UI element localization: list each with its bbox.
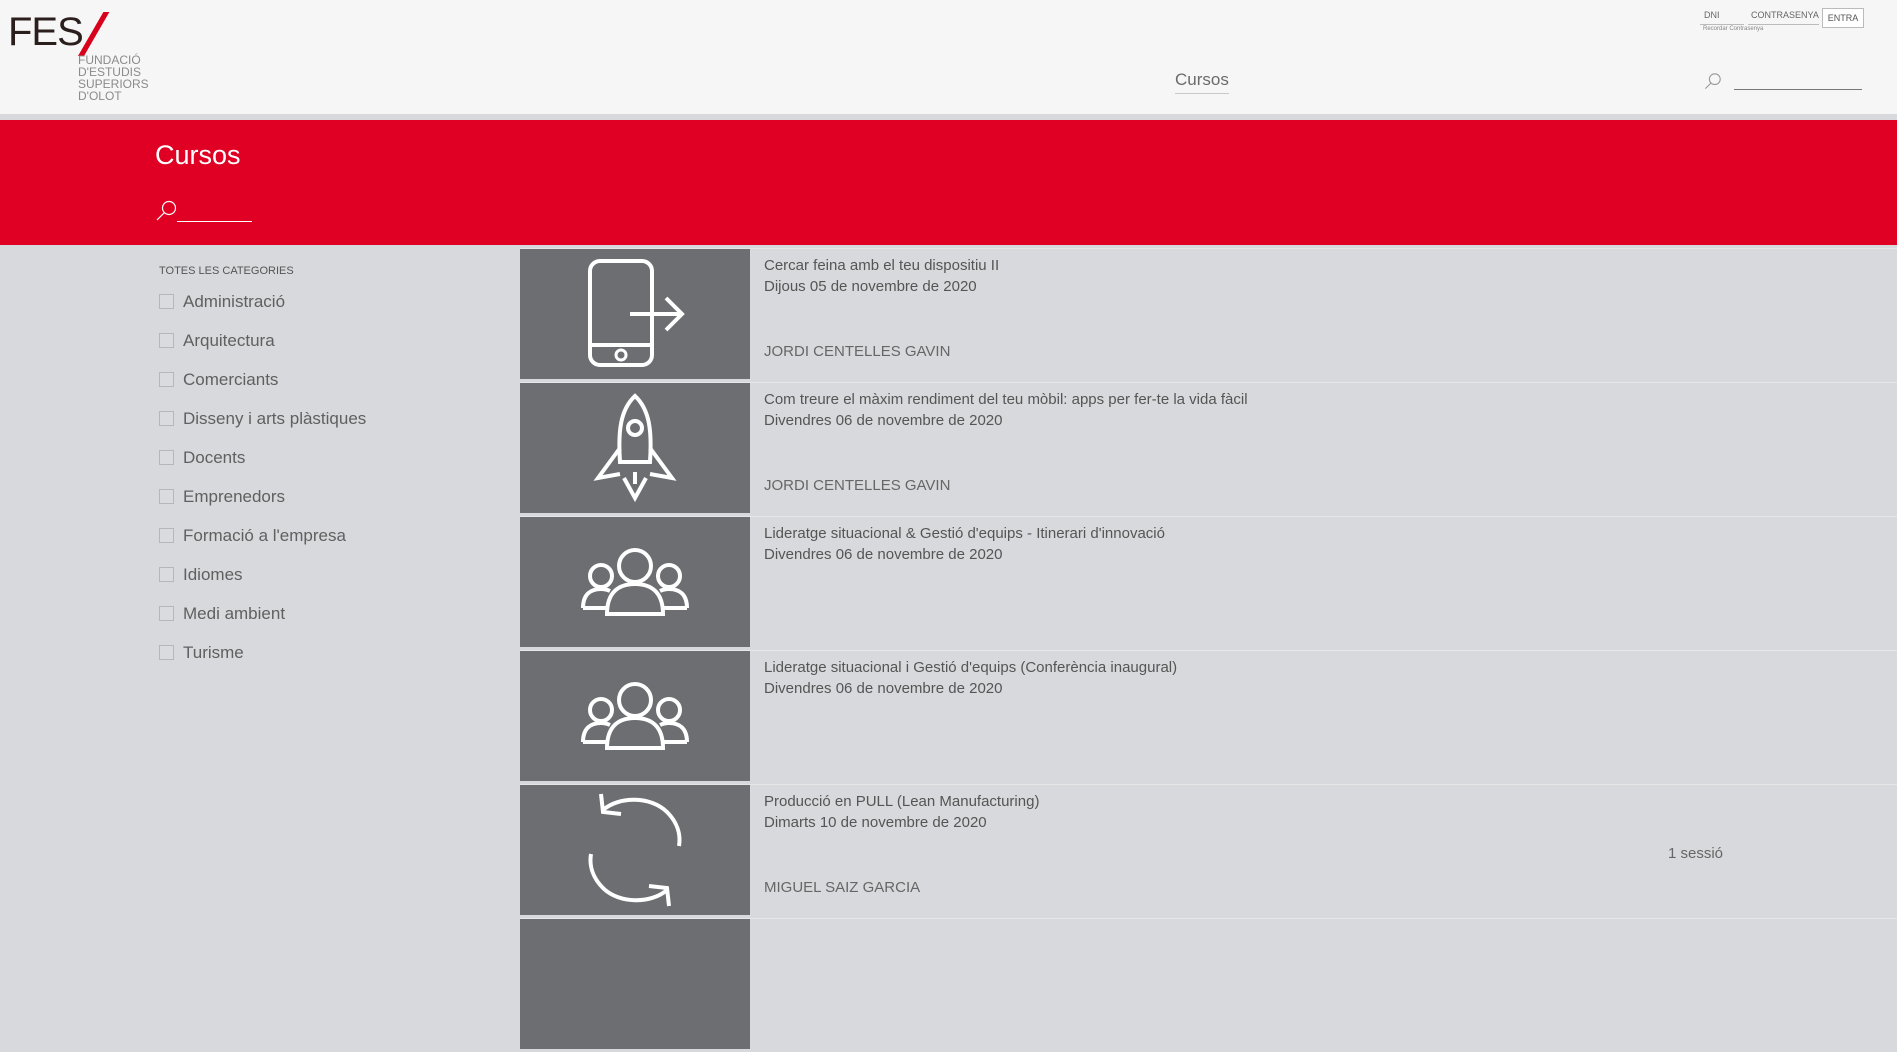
logo-subtitle: FUNDACIÓ D'ESTUDIS SUPERIORS D'OLOT [78,54,149,102]
course-card[interactable]: Cercar feina amb el teu dispositiu II Di… [520,248,1897,379]
login-form: DNI CONTRASENYA ENTRA Recordar Contrasen… [1700,8,1890,32]
refresh-icon [588,793,682,907]
checkbox[interactable] [159,294,174,309]
category-label: Arquitectura [183,331,275,350]
checkbox[interactable] [159,528,174,543]
course-thumbnail[interactable] [520,517,750,647]
course-date: Divendres 06 de novembre de 2020 [764,412,1003,429]
checkbox[interactable] [159,372,174,387]
course-card[interactable] [520,918,1897,1049]
category-label: Disseny i arts plàstiques [183,409,367,428]
category-item[interactable]: Idiomes [159,564,489,603]
course-title[interactable]: Cercar feina amb el teu dispositiu II [764,257,999,274]
course-title[interactable]: Lideratge situacional & Gestió d'equips … [764,525,1165,542]
category-label: Turisme [183,643,244,662]
course-teacher: JORDI CENTELLES GAVIN [764,343,951,360]
checkbox[interactable] [159,567,174,582]
category-item[interactable]: Turisme [159,642,489,681]
checkbox[interactable] [159,489,174,504]
course-title[interactable]: Com treure el màxim rendiment del teu mò… [764,391,1248,408]
checkbox[interactable] [159,333,174,348]
category-item[interactable]: Docents [159,447,489,486]
group-icon [581,548,689,616]
category-header: TOTES LES CATEGORIES [159,265,294,277]
category-item[interactable]: Disseny i arts plàstiques [159,408,489,447]
category-item[interactable]: Arquitectura [159,330,489,369]
category-label: Formació a l'empresa [183,526,346,545]
checkbox[interactable] [159,645,174,660]
course-card[interactable]: Lideratge situacional i Gestió d'equips … [520,650,1897,781]
category-label: Idiomes [183,565,243,584]
site-header: FES FUNDACIÓ D'ESTUDIS SUPERIORS D'OLOT … [0,0,1897,114]
course-search [155,200,255,226]
course-sessions: 1 sessió [1668,845,1724,862]
category-label: Comerciants [183,370,279,389]
course-date: Divendres 06 de novembre de 2020 [764,680,1003,697]
category-item[interactable]: Comerciants [159,369,489,408]
header-search [1704,70,1864,92]
checkbox[interactable] [159,411,174,426]
category-item[interactable]: Formació a l'empresa [159,525,489,564]
category-label: Medi ambient [183,604,286,623]
course-teacher: MIGUEL SAIZ GARCIA [764,879,921,896]
course-thumbnail[interactable] [520,919,750,1049]
category-item[interactable]: Administració [159,291,489,330]
dni-field[interactable]: DNI [1700,8,1744,25]
course-title[interactable]: Lideratge situacional i Gestió d'equips … [764,659,1177,676]
category-label: Emprenedors [183,487,286,506]
course-thumbnail[interactable] [520,785,750,915]
login-button[interactable]: ENTRA [1822,8,1864,28]
checkbox[interactable] [159,606,174,621]
search-icon[interactable] [1704,72,1722,90]
checkbox[interactable] [159,450,174,465]
course-title[interactable]: Producció en PULL (Lean Manufacturing) [764,793,1039,810]
course-list: Cercar feina amb el teu dispositiu II Di… [520,248,1897,1052]
category-label: Administració [183,292,286,311]
rocket-icon [593,393,677,503]
site-logo[interactable]: FES FUNDACIÓ D'ESTUDIS SUPERIORS D'OLOT [8,10,149,104]
course-thumbnail[interactable] [520,651,750,781]
course-card[interactable]: Lideratge situacional & Gestió d'equips … [520,516,1897,647]
password-field[interactable]: CONTRASENYA [1748,8,1819,25]
logo-subtitle-line: D'OLOT [78,89,122,103]
course-card[interactable]: Com treure el màxim rendiment del teu mò… [520,382,1897,513]
nav-link-cursos[interactable]: Cursos [1175,70,1229,94]
course-teacher: JORDI CENTELLES GAVIN [764,477,951,494]
category-label: Docents [183,448,246,467]
course-date: Dijous 05 de novembre de 2020 [764,278,977,295]
course-date: Divendres 06 de novembre de 2020 [764,546,1003,563]
header-search-input[interactable] [1734,89,1862,90]
course-thumbnail[interactable] [520,383,750,513]
page-banner: Cursos [0,120,1897,245]
search-icon[interactable] [155,200,177,222]
page-title: Cursos [155,140,241,170]
category-item[interactable]: Emprenedors [159,486,489,525]
logo-mark: FES [8,10,84,54]
phone-exit-icon [588,259,685,367]
group-icon [581,682,689,750]
remember-password-link[interactable]: Recordar Contrasenya [1703,26,1763,32]
category-filter: TOTES LES CATEGORIES Administració Arqui… [159,265,489,681]
course-date: Dimarts 10 de novembre de 2020 [764,814,987,831]
course-card[interactable]: Producció en PULL (Lean Manufacturing) D… [520,784,1897,915]
category-item[interactable]: Medi ambient [159,603,489,642]
course-search-input[interactable] [177,221,252,222]
course-thumbnail[interactable] [520,249,750,379]
